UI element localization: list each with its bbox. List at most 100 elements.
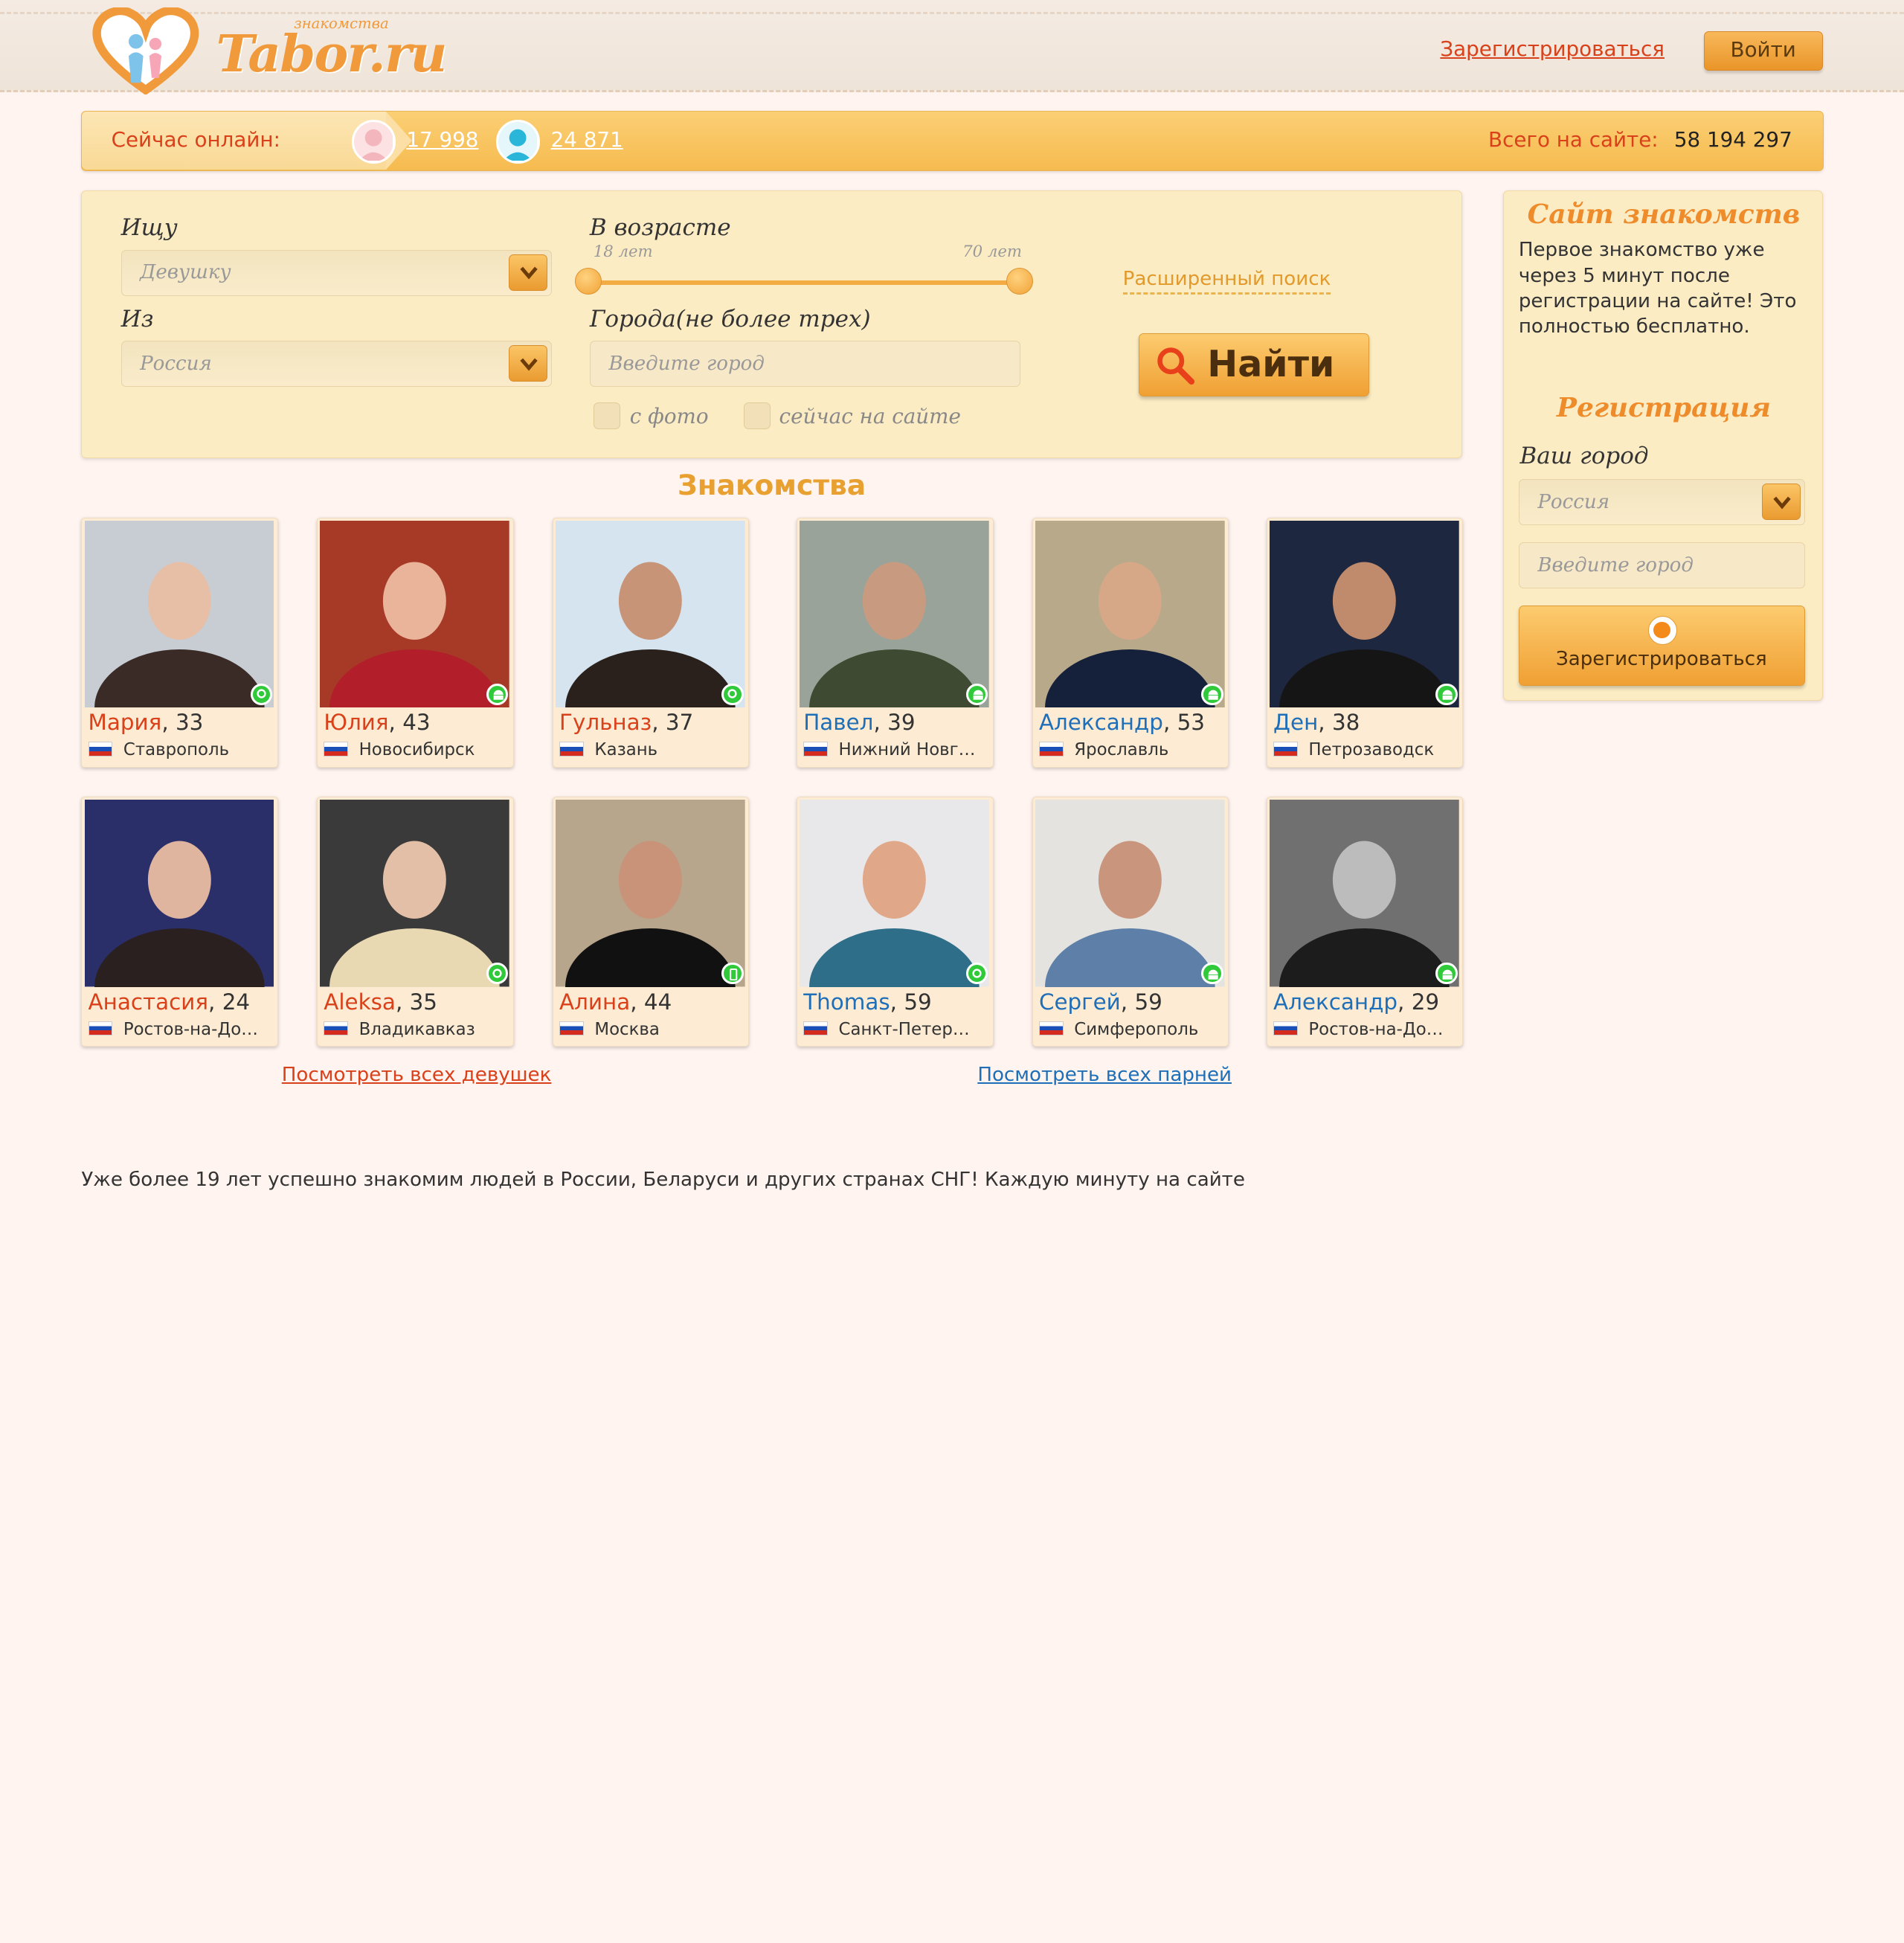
profile-city-line: Ярославль [1038,740,1223,759]
total-value: 58 194 297 [1673,126,1792,152]
profile-card[interactable]: Сергей, 59 Симферополь [1032,797,1229,1047]
profile-photo[interactable] [84,520,274,708]
profile-city: Симферополь [1074,1019,1199,1039]
online-label: Сейчас онлайн: [111,126,280,152]
page: знакомства Tabor.ru Зарегистрироваться В… [0,0,1904,1190]
android-app-icon [1201,963,1223,985]
profile-photo[interactable] [320,520,510,708]
profile-city-line: Ставрополь [88,740,273,759]
from-label: Из [120,305,154,333]
profile-card[interactable]: Гульназ, 37 Казань [552,517,750,768]
profile-age: , 24 [208,989,251,1015]
android-app-icon [1201,683,1223,705]
site-logo[interactable]: знакомства Tabor.ru [92,6,447,95]
profile-card[interactable]: Aleksa, 35 Владикавказ [317,797,514,1047]
registration-title: Регистрация [1557,391,1771,423]
sidebar-city-input[interactable]: Введите город [1518,542,1806,589]
find-button[interactable]: Найти [1138,333,1370,397]
with-photo-checkbox[interactable] [593,402,620,430]
age-max-handle[interactable] [1006,268,1033,295]
profile-card[interactable]: Александр, 53 Ярославль [1032,517,1229,768]
see-all-girls-link[interactable]: Посмотреть всех девушек [282,1064,552,1086]
register-link[interactable]: Зарегистрироваться [1440,36,1665,61]
profile-name-line[interactable]: Ден, 38 [1273,710,1360,735]
profile-city: Ростов-на-До… [123,1019,259,1039]
age-min-handle[interactable] [575,268,602,295]
profile-photo[interactable] [800,800,989,987]
profile-name-line[interactable]: Сергей, 59 [1039,989,1162,1015]
profile-name-line[interactable]: Мария, 33 [89,710,204,735]
online-now-label: сейчас на сайте [779,404,961,429]
looking-label: Ищу [120,214,178,242]
women-online-count[interactable]: 17 998 [406,127,478,152]
profile-card[interactable]: Александр, 29 Ростов-на-До… [1266,797,1464,1047]
profile-name: Гульназ [559,710,652,736]
logo-wordmark: Tabor.ru [216,24,448,84]
russia-flag-icon [88,742,113,757]
profile-city: Санкт-Петер… [838,1019,970,1039]
profile-name-line[interactable]: Thomas, 59 [803,989,932,1015]
city-input[interactable]: Введите город [589,341,1021,388]
profile-card[interactable]: Ден, 38 Петрозаводск [1266,517,1464,768]
sidebar-country-select[interactable]: Россия [1518,479,1806,526]
profile-photo[interactable] [1035,800,1225,987]
android-app-icon [1435,683,1458,705]
profile-photo[interactable] [556,520,745,708]
russia-flag-icon [88,1021,113,1036]
profile-photo[interactable] [320,800,510,987]
looking-for-select[interactable]: Девушку [120,249,553,296]
registration-sidebar: Сайт знакомств Первое знакомство уже чер… [1503,190,1823,701]
profile-card[interactable]: Павел, 39 Нижний Новг… [797,517,994,768]
profile-city: Ростов-на-До… [1308,1019,1444,1039]
search-form: Ищу Девушку Из Россия В возрасте 18 лет … [81,190,1462,458]
profile-name-line[interactable]: Гульназ, 37 [559,710,693,735]
age-slider-track[interactable] [589,280,1023,286]
profile-name-line[interactable]: Алина, 44 [559,989,672,1015]
profile-city: Москва [594,1019,660,1039]
profile-card[interactable]: Мария, 33 Ставрополь [81,517,278,768]
profile-name-line[interactable]: Александр, 53 [1039,710,1205,735]
profile-photo[interactable] [84,800,274,987]
your-city-label: Ваш город [1519,443,1649,470]
arrow-circle-icon [1647,616,1678,646]
sidebar-register-label: Зарегистрироваться [1556,647,1767,670]
with-photo-label: с фото [629,404,709,429]
profile-name: Алина [559,989,631,1015]
profile-name-line[interactable]: Aleksa, 35 [324,989,437,1015]
profile-photo[interactable] [556,800,745,987]
advanced-search-link[interactable]: Расширенный поиск [1122,268,1331,295]
sidebar-description: Первое знакомство уже через 5 минут посл… [1518,239,1797,338]
profile-photo[interactable] [800,520,989,708]
men-online-count[interactable]: 24 871 [551,127,623,152]
profile-name-line[interactable]: Анастасия, 24 [89,989,251,1015]
bottom-description: Уже более 19 лет успешно знакомим людей … [81,1168,1245,1191]
country-select[interactable]: Россия [120,341,553,388]
heart-logo-icon [92,6,199,95]
online-now-checkbox[interactable] [744,402,771,430]
looking-for-value: Девушку [140,261,231,284]
profile-name: Ден [1273,710,1319,736]
country-value: Россия [140,352,212,375]
profile-name-line[interactable]: Павел, 39 [803,710,915,735]
profile-age: , 37 [652,710,694,736]
cities-label: Города(не более трех) [589,305,871,333]
profile-name-line[interactable]: Александр, 29 [1273,989,1439,1015]
site-header: знакомства Tabor.ru Зарегистрироваться В… [0,0,1904,95]
profile-name-line[interactable]: Юлия, 43 [324,710,430,735]
profile-card[interactable]: Юлия, 43 Новосибирск [317,517,514,768]
profile-card[interactable]: Анастасия, 24 Ростов-на-До… [81,797,278,1047]
sidebar-register-button[interactable]: Зарегистрироваться [1518,606,1806,686]
profile-age: , 29 [1398,989,1440,1015]
profile-photo[interactable] [1270,520,1459,708]
profile-card[interactable]: Thomas, 59 Санкт-Петер… [797,797,994,1047]
login-button[interactable]: Войти [1703,31,1823,71]
see-all-guys-link[interactable]: Посмотреть всех парней [977,1064,1232,1086]
russia-flag-icon [1273,742,1298,757]
profile-photo[interactable] [1270,800,1459,987]
profile-photo[interactable] [1035,520,1225,708]
profile-age: , 43 [388,710,431,736]
profile-age: , 53 [1162,710,1205,736]
profile-card[interactable]: Алина, 44 Москва [552,797,750,1047]
profile-city-line: Санкт-Петер… [803,1020,988,1039]
profile-city-line: Владикавказ [324,1020,508,1039]
